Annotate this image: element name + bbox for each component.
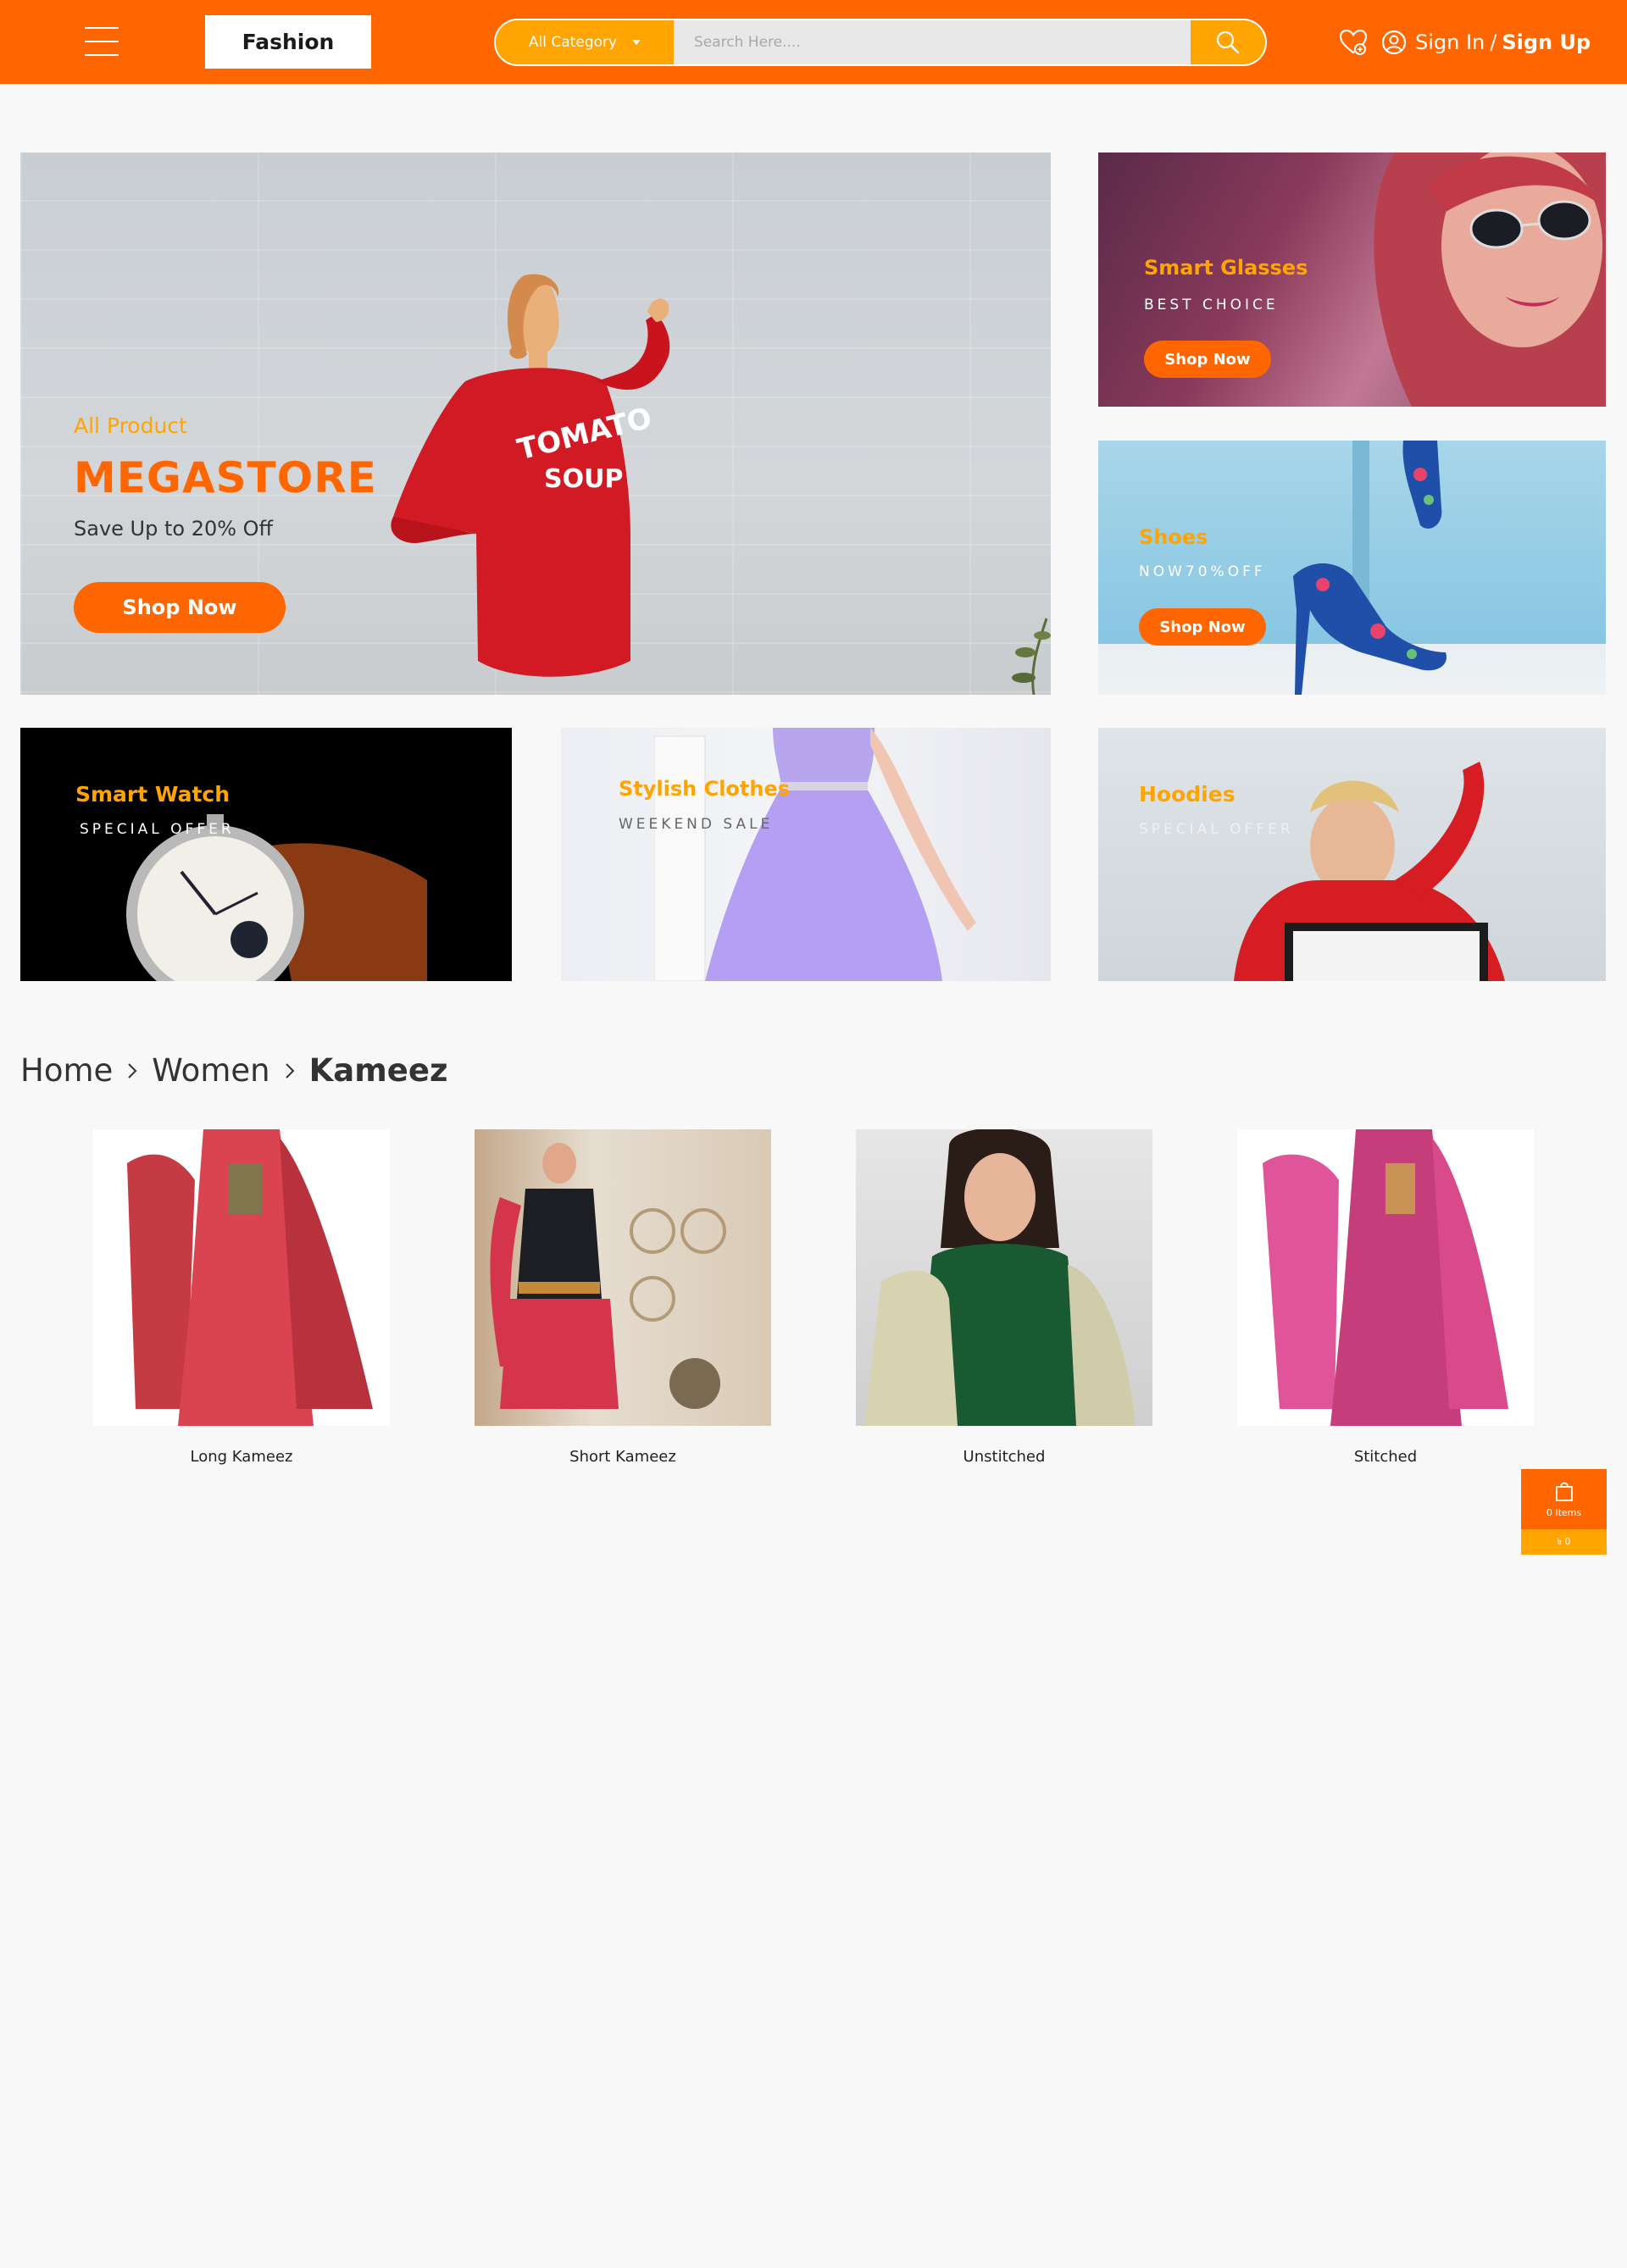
- menu-icon[interactable]: [85, 27, 119, 56]
- sign-up-link[interactable]: Sign Up: [1502, 30, 1591, 54]
- shoes-image: [1293, 441, 1447, 695]
- shirt-text-soup: SOUP: [544, 464, 623, 494]
- breadcrumb-women[interactable]: Women: [152, 1052, 269, 1089]
- banner-shoes[interactable]: Shoes NOW70%OFF Shop Now: [1098, 441, 1606, 695]
- product-image[interactable]: [1237, 1129, 1534, 1426]
- shoes-subtitle: NOW70%OFF: [1139, 563, 1266, 580]
- caret-down-icon: [632, 40, 641, 45]
- shoes-title: Shoes: [1139, 525, 1208, 549]
- watch-title: Smart Watch: [75, 782, 230, 807]
- product-image[interactable]: [475, 1129, 771, 1426]
- hero-title: MEGASTORE: [74, 453, 377, 502]
- shoes-shop-now-button[interactable]: Shop Now: [1139, 608, 1266, 646]
- clothes-subtitle: WEEKEND SALE: [619, 816, 774, 833]
- product-card[interactable]: Unstitched: [856, 1129, 1152, 1466]
- category-dropdown-label: All Category: [528, 34, 618, 51]
- product-card[interactable]: Short Kameez: [475, 1129, 771, 1466]
- cart-total: ৳ 0: [1521, 1529, 1607, 1555]
- wishlist-heart-icon[interactable]: [1339, 29, 1368, 56]
- header-actions: Sign In / Sign Up: [1339, 25, 1591, 59]
- chevron-right-icon: [284, 1062, 296, 1080]
- floating-cart[interactable]: 0 Items ৳ 0: [1521, 1469, 1607, 1555]
- dress-image: [654, 728, 976, 981]
- hero-subtitle: Save Up to 20% Off: [74, 517, 274, 541]
- breadcrumb-home[interactable]: Home: [20, 1052, 113, 1089]
- shopping-bag-icon: [1555, 1482, 1573, 1501]
- product-name[interactable]: Stitched: [1237, 1448, 1534, 1466]
- sign-in-link[interactable]: Sign In: [1415, 30, 1485, 54]
- auth-separator: /: [1490, 30, 1497, 54]
- product-card[interactable]: Stitched: [1237, 1129, 1534, 1466]
- chevron-right-icon: [126, 1062, 138, 1080]
- banner-smart-glasses[interactable]: Smart Glasses BEST CHOICE Shop Now: [1098, 152, 1606, 407]
- hoodies-title: Hoodies: [1139, 782, 1236, 807]
- product-name[interactable]: Unstitched: [856, 1448, 1152, 1466]
- site-logo[interactable]: Fashion: [205, 15, 371, 69]
- plant-decoration: [1012, 618, 1051, 695]
- banner-stylish-clothes[interactable]: Stylish Clothes WEEKEND SALE: [561, 728, 1051, 981]
- hero-category: All Product: [74, 413, 187, 438]
- hoodies-subtitle: SPECIAL OFFER: [1139, 821, 1294, 838]
- product-name[interactable]: Short Kameez: [475, 1448, 771, 1466]
- banner-hoodies[interactable]: Hoodies SPECIAL OFFER: [1098, 728, 1606, 981]
- clothes-title: Stylish Clothes: [619, 777, 791, 801]
- glasses-subtitle: BEST CHOICE: [1144, 297, 1279, 313]
- category-dropdown[interactable]: All Category: [496, 20, 674, 64]
- glasses-shop-now-button[interactable]: Shop Now: [1144, 341, 1271, 378]
- breadcrumb-current: Kameez: [308, 1052, 448, 1089]
- hero-model-image: TOMATO SOUP: [391, 274, 670, 677]
- hero-shop-now-button[interactable]: Shop Now: [74, 582, 286, 633]
- banner-smart-watch[interactable]: Smart Watch SPECIAL OFFER: [20, 728, 512, 981]
- search-icon: [1216, 30, 1240, 54]
- product-image[interactable]: [856, 1129, 1152, 1426]
- watch-subtitle: SPECIAL OFFER: [80, 821, 235, 838]
- breadcrumb: Home Women Kameez: [20, 1052, 448, 1089]
- top-header: Fashion All Category Search Here.... Sig…: [0, 0, 1627, 84]
- hoodie-model-image: [1234, 762, 1505, 981]
- user-icon[interactable]: [1381, 30, 1407, 55]
- cart-items-count: 0 Items: [1546, 1507, 1582, 1518]
- search-button[interactable]: [1191, 20, 1265, 64]
- search-bar: All Category: [494, 19, 1267, 66]
- product-card[interactable]: Long Kameez: [93, 1129, 390, 1466]
- search-input[interactable]: [674, 20, 1191, 64]
- glasses-model-image: [1374, 152, 1606, 407]
- glasses-title: Smart Glasses: [1144, 256, 1308, 280]
- product-image[interactable]: [93, 1129, 390, 1426]
- product-name[interactable]: Long Kameez: [93, 1448, 390, 1466]
- hero-banner-megastore[interactable]: TOMATO SOUP All Product MEGASTORE Save U…: [20, 152, 1051, 695]
